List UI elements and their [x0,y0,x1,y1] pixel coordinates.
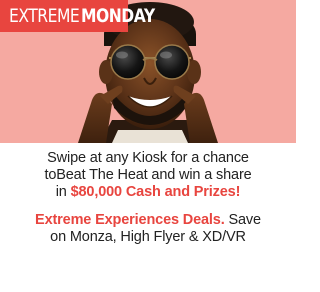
promo-card[interactable]: EXTREME MONDAY Swipe at any Kiosk for a … [0,0,296,292]
body-line-2: toBeat The Heat and win a share [44,167,252,183]
title-word-extreme: EXTREME [9,5,80,27]
deals-highlight: Extreme Experiences Deals. [35,212,225,228]
deals-line-1: Extreme Experiences Deals. Save [0,212,296,229]
title-banner: EXTREME MONDAY [0,0,155,32]
deals-line-2: on Monza, High Flyer & XD/VR [50,229,246,245]
promo-copy: Swipe at any Kiosk for a chance toBeat T… [0,150,296,246]
title-word-monday: MONDAY [80,5,155,27]
body-line-3: in $80,000 Cash and Prizes! [0,184,296,201]
cash-prizes-highlight: $80,000 Cash and Prizes! [70,184,241,200]
body-line-3-prefix: in [55,184,71,200]
hero-banner[interactable]: EXTREME MONDAY [0,0,296,143]
body-line-1: Swipe at any Kiosk for a chance [47,150,249,166]
deals-suffix: Save [224,212,261,228]
